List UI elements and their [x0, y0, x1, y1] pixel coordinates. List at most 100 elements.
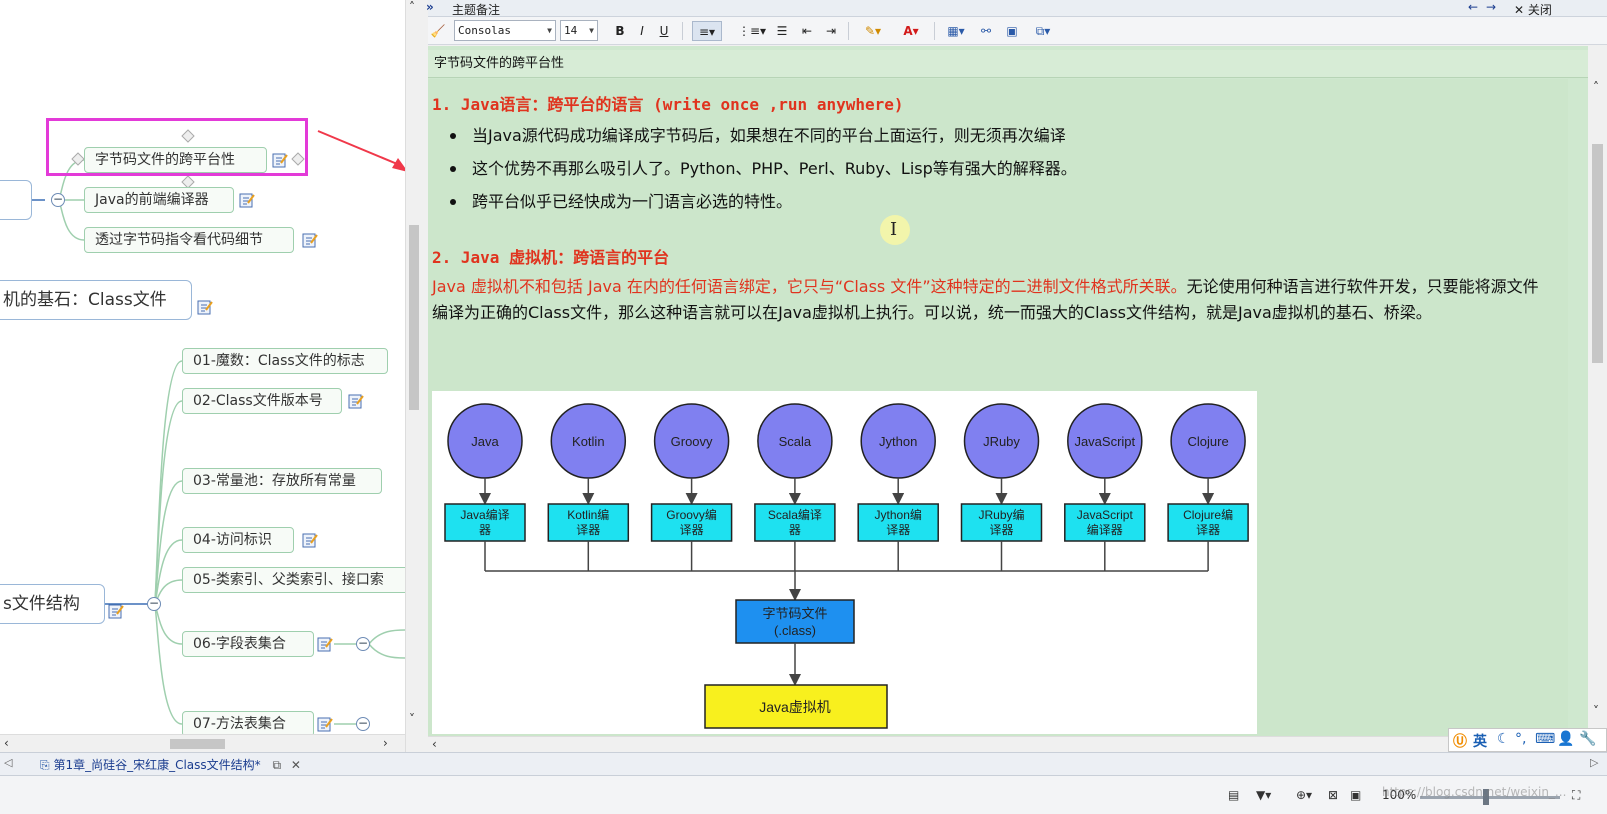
mindmap-topic-access-flags[interactable]: 04-访问标识: [182, 527, 294, 553]
mindmap-root-topic-partial[interactable]: [0, 180, 32, 220]
moon-icon[interactable]: ☾: [1497, 731, 1510, 747]
collapse-panel-icon[interactable]: »: [426, 0, 434, 14]
font-size-value: 14: [564, 24, 578, 37]
note-icon[interactable]: [348, 393, 364, 409]
fit-width-icon[interactable]: ▣: [1350, 788, 1361, 802]
notes-vertical-scrollbar[interactable]: ˄ ˅: [1588, 46, 1607, 736]
mindmap-topic-class-index[interactable]: 05-类索引、父类索引、接口索: [182, 567, 405, 593]
highlight-color-icon[interactable]: ✎▾: [858, 21, 888, 41]
scroll-left-icon[interactable]: ‹: [4, 736, 9, 750]
nav-back-icon[interactable]: ←: [1468, 0, 1478, 14]
scroll-down-icon[interactable]: ˅: [1593, 704, 1599, 718]
document-tab[interactable]: ⎘ 第1章_尚硅谷_宋红康_Class文件结构* ⧉ ✕: [34, 755, 307, 775]
collapse-toggle[interactable]: −: [51, 193, 65, 207]
image-icon[interactable]: ▣: [1003, 21, 1021, 41]
font-size-select[interactable]: 14 ▼: [560, 20, 598, 41]
font-color-icon[interactable]: A▾: [896, 21, 926, 41]
selection-highlight: [46, 118, 308, 176]
note-icon[interactable]: [197, 299, 213, 315]
punctuation-icon[interactable]: °,: [1515, 731, 1526, 747]
note-editor[interactable]: 字节码文件的跨平台性 1. Java语言：跨平台的语言 (write once …: [428, 46, 1588, 736]
user-icon[interactable]: 👤: [1557, 731, 1574, 747]
mindmap-horizontal-scrollbar[interactable]: ‹ ›: [0, 734, 405, 752]
mindmap-topic-class-file-structure[interactable]: s文件结构: [0, 584, 105, 624]
navigation-icon[interactable]: ⊕▾: [1296, 788, 1312, 802]
wrench-icon[interactable]: 🔧: [1579, 731, 1596, 747]
fit-map-icon[interactable]: ⊠: [1328, 788, 1338, 802]
link-icon[interactable]: ⚯: [977, 21, 995, 41]
note-content[interactable]: 1. Java语言：跨平台的语言 (write once ,run anywhe…: [428, 79, 1568, 736]
note-icon[interactable]: [302, 232, 318, 248]
fullscreen-icon[interactable]: ⛶: [1572, 788, 1580, 803]
align-left-icon[interactable]: ≡▾: [692, 21, 722, 41]
scroll-left-icon[interactable]: ‹: [432, 737, 437, 751]
toolbar-separator: [682, 22, 683, 40]
language-label: Kotlin: [572, 434, 605, 449]
numbered-list-icon[interactable]: ⋮≡▾: [738, 21, 766, 41]
scroll-right-icon[interactable]: ›: [383, 736, 388, 750]
bullet-list-icon[interactable]: ☰: [773, 21, 791, 41]
note-icon[interactable]: [239, 192, 255, 208]
mindmap-topic-class-file-cornerstone[interactable]: 机的基石：Class文件: [0, 280, 192, 320]
note-icon[interactable]: [108, 603, 124, 619]
mindmap-topic-version[interactable]: 02-Class文件版本号: [182, 388, 342, 414]
insert-object-icon[interactable]: ⧉▾: [1028, 21, 1058, 41]
nav-forward-icon[interactable]: →: [1486, 0, 1496, 14]
mindmap-vertical-scrollbar[interactable]: ˄ ˅: [405, 0, 421, 752]
jvm-language-diagram: Java Java编译器 Kotlin Kotlin编 译器 Groovy Groovy编译…: [432, 391, 1257, 734]
collapse-toggle[interactable]: −: [356, 637, 370, 651]
mindmap-canvas[interactable]: 字节码文件的跨平台性 Java的前端编译器 透过字节码指令看代码细节 机的基石：…: [0, 0, 405, 752]
compiler-label: 译器: [576, 523, 600, 537]
tab-menu-icon[interactable]: ⧉: [272, 758, 281, 772]
compiler-label: JRuby编: [978, 507, 1024, 522]
topic-label: Java的前端编译器: [95, 192, 209, 208]
scroll-up-icon[interactable]: ˄: [409, 0, 415, 14]
page-view-icon[interactable]: ▤: [1228, 788, 1239, 802]
note-icon[interactable]: [317, 716, 333, 732]
mindmap-topic-field-table[interactable]: 06-字段表集合: [182, 631, 314, 657]
font-family-select[interactable]: Consolas ▼: [454, 20, 556, 41]
language-label: Jython: [879, 434, 917, 449]
compiler-label: Jython编: [875, 507, 922, 522]
mindmap-topic-bytecode-instructions[interactable]: 透过字节码指令看代码细节: [84, 227, 294, 253]
tab-scroll-right-icon[interactable]: ▷: [1590, 756, 1598, 769]
scroll-thumb[interactable]: [170, 739, 225, 749]
notes-horizontal-scrollbar[interactable]: ‹: [428, 736, 1588, 752]
italic-button[interactable]: I: [634, 21, 650, 41]
note-icon[interactable]: [302, 532, 318, 548]
scroll-thumb[interactable]: [409, 225, 419, 410]
topic-label: 05-类索引、父类索引、接口索: [193, 572, 384, 588]
mindmap-topic-constant-pool[interactable]: 03-常量池：存放所有常量: [182, 468, 382, 494]
filter-icon[interactable]: ▼▾: [1256, 788, 1271, 802]
format-toolbar: 🧹 Consolas ▼ 14 ▼ B I U ≡▾ ⋮≡▾ ☰ ⇤ ⇥ ✎▾ A▾…: [428, 17, 1607, 45]
keyboard-icon[interactable]: ⌨: [1535, 731, 1555, 747]
paragraph-red-text: Java 虚拟机不和包括 Java 在内的任何语言绑定，它只与“Class 文件…: [432, 277, 1187, 296]
collapse-toggle[interactable]: −: [147, 597, 161, 611]
ime-language-toggle[interactable]: 英: [1473, 731, 1487, 751]
compiler-label: Scala编译: [768, 507, 822, 522]
mindmap-topic-magic-number[interactable]: 01-魔数：Class文件的标志: [182, 348, 388, 374]
compiler-label: 译器: [886, 523, 910, 537]
table-icon[interactable]: ▦▾: [942, 21, 970, 41]
language-label: Groovy: [671, 434, 713, 449]
list-item: 这个优势不再那么吸引人了。Python、PHP、Perl、Ruby、Lisp等有…: [446, 152, 1077, 185]
scroll-thumb[interactable]: [1592, 144, 1603, 363]
close-tab-icon[interactable]: ✕: [291, 758, 301, 772]
indent-icon[interactable]: ⇥: [822, 21, 840, 41]
outdent-icon[interactable]: ⇤: [798, 21, 816, 41]
clear-format-icon[interactable]: 🧹: [430, 21, 446, 41]
ime-toolbar[interactable]: Ⓤ 英 ☾ °, ⌨ 👤 🔧: [1448, 728, 1607, 752]
chevron-down-icon: ▼: [547, 26, 552, 35]
toolbar-separator: [848, 22, 849, 40]
bytecode-label: (.class): [774, 623, 816, 638]
mindmap-topic-frontend-compiler[interactable]: Java的前端编译器: [84, 187, 234, 213]
scroll-up-icon[interactable]: ˄: [1593, 80, 1599, 94]
underline-button[interactable]: U: [656, 21, 672, 41]
bold-button[interactable]: B: [612, 21, 628, 41]
close-panel-button[interactable]: ✕ 关闭: [1514, 1, 1552, 18]
note-icon[interactable]: [317, 636, 333, 652]
compiler-label: 编译器: [1087, 522, 1123, 537]
tab-scroll-left-icon[interactable]: ◁: [4, 756, 12, 769]
scroll-down-icon[interactable]: ˅: [409, 712, 415, 726]
collapse-toggle[interactable]: −: [356, 717, 370, 731]
